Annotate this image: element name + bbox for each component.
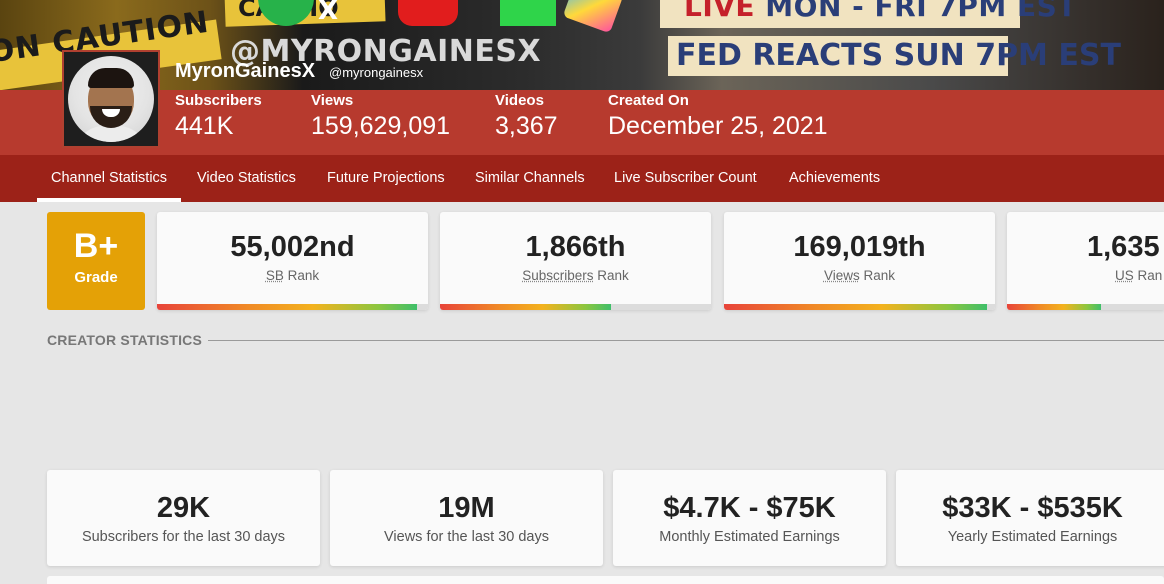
tab-similar-channels[interactable]: Similar Channels	[475, 155, 585, 202]
banner-live-prefix: LIVE	[684, 0, 756, 23]
banner-youtube-logo	[398, 0, 458, 26]
rank-value: 1,635	[1087, 231, 1160, 263]
rank-label: Subscribers Rank	[522, 268, 629, 283]
tab-video-statistics[interactable]: Video Statistics	[197, 155, 296, 202]
grade-badge: B+ Grade	[47, 212, 145, 310]
stat-label: Views	[311, 92, 354, 109]
stat-label: Subscribers	[175, 92, 262, 109]
stat-value: December 25, 2021	[608, 112, 828, 140]
rank-progress-fill	[1007, 304, 1102, 310]
avatar[interactable]	[62, 50, 160, 148]
creator-stat-value: 19M	[438, 492, 495, 524]
rank-label-key[interactable]: Views	[824, 268, 860, 283]
rank-value: 55,002nd	[230, 231, 355, 263]
rank-progress-bar	[157, 304, 428, 310]
channel-handle: @myrongainesx	[329, 65, 424, 80]
stat-value: 441K	[175, 112, 234, 140]
rank-progress-fill	[157, 304, 418, 310]
tab-live-subscriber-count[interactable]: Live Subscriber Count	[614, 155, 757, 202]
creator-stat-value: $4.7K - $75K	[663, 492, 836, 524]
stat-subscribers: Subscribers 441K	[175, 92, 262, 141]
stat-label: Videos	[495, 92, 544, 109]
rank-progress-fill	[724, 304, 987, 310]
rank-card-us: 1,635 US Ran	[1007, 212, 1164, 310]
section-divider	[208, 340, 1164, 341]
stat-value: 3,367	[495, 112, 558, 140]
next-card-edge	[47, 576, 1164, 584]
rank-value: 169,019th	[793, 231, 926, 263]
rank-progress-bar	[724, 304, 995, 310]
rank-card-sb: 55,002nd SB Rank	[157, 212, 428, 310]
creator-stat-yearly-earnings: $33K - $535K Yearly Estimated Earnings	[896, 470, 1164, 566]
grade-value: B+	[73, 227, 119, 265]
stat-created-on: Created On December 25, 2021	[608, 92, 828, 141]
section-title: CREATOR STATISTICS	[47, 332, 203, 348]
rank-progress-bar	[440, 304, 711, 310]
rank-card-subscribers: 1,866th Subscribers Rank	[440, 212, 711, 310]
creator-stat-label: Yearly Estimated Earnings	[947, 529, 1118, 545]
rank-label-key[interactable]: Subscribers	[522, 268, 593, 283]
banner-live-schedule: LIVE MON - FRI 7PM EST	[684, 0, 1077, 23]
page: ON CAUTION CAUTIO X @MYRONGAINESX LIVE M…	[0, 0, 1164, 584]
avatar-photo	[68, 56, 154, 142]
tab-channel-statistics[interactable]: Channel Statistics	[36, 155, 182, 202]
rank-label-key[interactable]: US	[1115, 268, 1134, 283]
rank-label: SB Rank	[265, 268, 320, 283]
creator-stat-value: 29K	[156, 492, 211, 524]
creator-stat-views-30d: 19M Views for the last 30 days	[330, 470, 603, 566]
creator-stat-subscribers-30d: 29K Subscribers for the last 30 days	[47, 470, 320, 566]
creator-stat-monthly-earnings: $4.7K - $75K Monthly Estimated Earnings	[613, 470, 886, 566]
stat-label: Created On	[608, 92, 689, 109]
banner-live-rest: MON - FRI 7PM EST	[755, 0, 1077, 23]
channel-name[interactable]: MyronGainesX	[175, 60, 315, 83]
banner-rumble-logo	[500, 0, 556, 26]
creator-stat-label: Subscribers for the last 30 days	[81, 529, 286, 545]
tab-future-projections[interactable]: Future Projections	[327, 155, 445, 202]
rank-value: 1,866th	[525, 231, 626, 263]
banner-party-icon	[562, 0, 624, 34]
stat-views: Views 159,629,091	[311, 92, 450, 141]
tab-achievements[interactable]: Achievements	[789, 155, 880, 202]
rank-label: US Ran	[1115, 268, 1163, 283]
stat-value: 159,629,091	[311, 112, 451, 140]
rank-progress-bar	[1007, 304, 1164, 310]
stat-videos: Videos 3,367	[495, 92, 558, 141]
grade-label: Grade	[74, 269, 118, 286]
rank-card-views: 169,019th Views Rank	[724, 212, 995, 310]
creator-stat-label: Monthly Estimated Earnings	[659, 529, 840, 545]
tab-bar: Channel Statistics Video Statistics Futu…	[0, 155, 1164, 202]
creator-stat-value: $33K - $535K	[942, 492, 1123, 524]
rank-label-key[interactable]: SB	[266, 268, 284, 283]
banner-x-logo: X	[318, 0, 339, 26]
rank-progress-fill	[440, 304, 611, 310]
banner-fed-schedule: FED REACTS SUN 7PM EST	[676, 38, 1121, 73]
rank-label: Views Rank	[823, 268, 896, 283]
creator-stat-label: Views for the last 30 days	[384, 529, 549, 545]
